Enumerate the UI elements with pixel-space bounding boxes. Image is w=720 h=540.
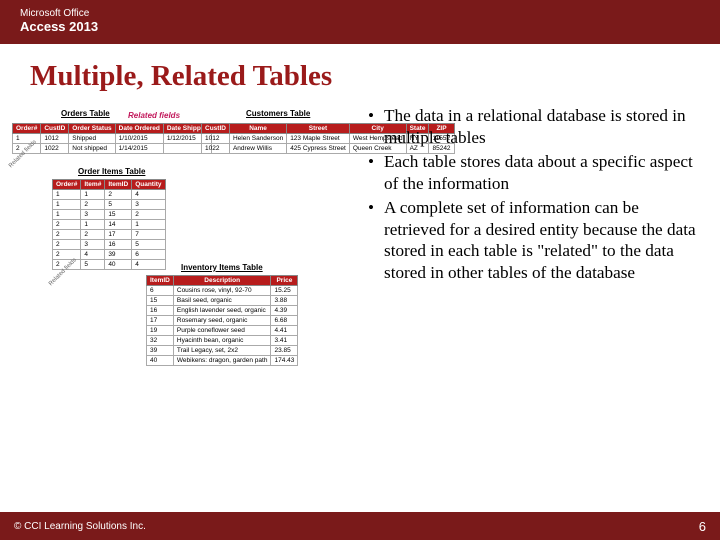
diagram-area: Orders Table Related fields Customers Ta… [6,105,366,286]
inventory-table: ItemIDDescriptionPrice 6Cousins rose, vi… [146,275,298,366]
th: Date Ordered [115,124,163,134]
copyright-text: © CCI Learning Solutions Inc. [14,521,146,532]
order-items-label: Order Items Table [78,167,145,176]
th: CustID [41,124,69,134]
orders-table: Order# CustID Order Status Date Ordered … [12,123,212,154]
related-fields-label: Related fields [128,111,180,120]
bullet-item: The data in a relational database is sto… [368,105,700,148]
bullet-item: Each table stores data about a specific … [368,151,700,194]
header-bar: Microsoft Office Access 2013 [0,0,720,44]
page-number: 6 [699,519,706,534]
th: Order Status [69,124,115,134]
orders-label: Orders Table [61,109,110,118]
header-line1: Microsoft Office [20,8,700,19]
bullet-area: The data in a relational database is sto… [366,105,700,286]
header-line2: Access 2013 [20,19,700,34]
content-area: Orders Table Related fields Customers Ta… [0,105,720,286]
page-title: Multiple, Related Tables [30,60,720,93]
footer-bar: © CCI Learning Solutions Inc. 6 [0,512,720,540]
customers-label: Customers Table [246,109,310,118]
th: Order# [13,124,41,134]
inventory-label: Inventory Items Table [181,263,263,272]
bullet-item: A complete set of information can be ret… [368,197,700,283]
order-items-table: Order#Item#ItemIDQuantity 1124 1253 1315… [52,179,166,270]
bullet-list: The data in a relational database is sto… [368,105,700,283]
